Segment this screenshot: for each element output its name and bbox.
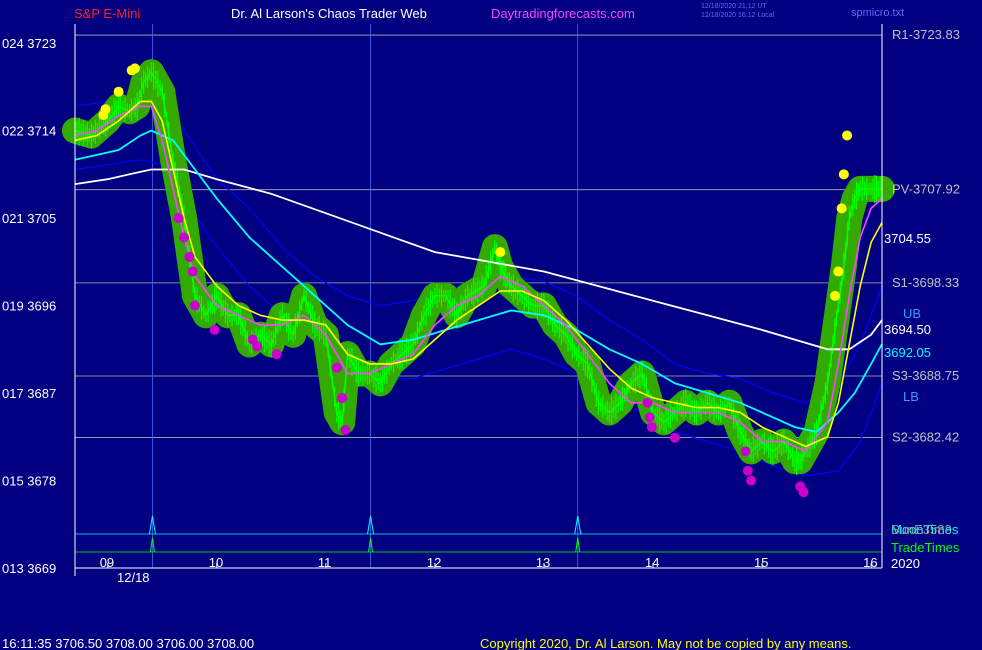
x-tick-label: 14 (645, 555, 659, 570)
time-utc: 12/18/2020 21:12 UT (701, 3, 767, 10)
swing-low-dot (189, 300, 200, 311)
swing-high-dot (98, 110, 109, 121)
x-tick-label: 15 (754, 555, 768, 570)
swing-low-dot (252, 341, 263, 352)
x-tick-label: 16 (863, 555, 877, 570)
site-url[interactable]: Daytradingforecasts.com (491, 6, 635, 21)
y-tick-label: 019 3696 (2, 299, 56, 314)
swing-low-dot (642, 397, 653, 408)
swing-low-dot (742, 465, 753, 476)
swing-low-dot (179, 232, 190, 243)
swing-low-dot (271, 349, 282, 360)
chart-canvas: R1-3723.83 PV-3707.92 S1-3698.33 S3-3688.75… (0, 0, 982, 650)
file-name: spmicro.txt (851, 7, 904, 19)
price-label-ema-long: 3694.50 (884, 322, 931, 337)
swing-low-dot (184, 251, 195, 262)
swing-low-dot (209, 324, 220, 335)
copyright: Copyright 2020, Dr. Al Larson. May not b… (480, 636, 851, 650)
quote-line: 16:11:35 3706.50 3708.00 3706.00 3708.00 (2, 636, 254, 650)
lb-label: LB (903, 389, 919, 404)
swing-low-dot (669, 432, 680, 443)
y-tick-label: 017 3687 (2, 386, 56, 401)
x-tick-label: 12 (427, 555, 441, 570)
y-tick-label: 022 3714 (2, 124, 56, 139)
swing-high-dot (495, 247, 506, 258)
swing-low-dot (187, 266, 198, 277)
swing-low-dot (646, 422, 657, 433)
x-tick-label: 09 (100, 555, 114, 570)
swing-low-dot (340, 424, 351, 435)
y-tick-label: 013 3669 (2, 561, 56, 576)
swing-high-dot (830, 290, 841, 301)
price-label-ema-slow: 3692.05 (884, 345, 931, 360)
sun-label: SunE3583 (891, 522, 952, 537)
trade-times-label: TradeTimes (891, 540, 960, 555)
date-label: 12/18 (117, 570, 150, 585)
site-title: Dr. Al Larson's Chaos Trader Web (231, 6, 427, 21)
level-label-s1: S1-3698.33 (892, 275, 959, 290)
swing-low-dot (740, 446, 751, 457)
swing-high-dot (836, 203, 847, 214)
level-label-s3: S3-3688.75 (892, 368, 959, 383)
time-local: 12/18/2020 16:12 Local (701, 12, 775, 19)
swing-low-dot (331, 362, 342, 373)
x-tick-label: 13 (536, 555, 550, 570)
y-tick-label: 015 3678 (2, 474, 56, 489)
level-label-s2: S2-3682.42 (892, 430, 959, 445)
swing-low-dot (798, 487, 809, 498)
swing-high-dot (838, 169, 849, 180)
price-label-ema-fast: 3704.55 (884, 231, 931, 246)
x-tick-label: 10 (209, 555, 223, 570)
y-tick-label: 021 3705 (2, 211, 56, 226)
year-label: 2020 (891, 556, 920, 571)
swing-low-dot (337, 392, 348, 403)
swing-high-dot (833, 266, 844, 277)
swing-low-dot (173, 213, 184, 224)
swing-high-dot (129, 63, 140, 74)
level-label-r1: R1-3723.83 (892, 27, 960, 42)
swing-high-dot (842, 130, 853, 141)
symbol-title: S&P E-Mini (74, 6, 140, 21)
x-tick-label: 11 (318, 555, 332, 570)
level-label-pv: PV-3707.92 (892, 182, 960, 197)
swing-low-dot (644, 412, 655, 423)
swing-high-dot (113, 86, 124, 97)
y-tick-label: 024 3723 (2, 36, 56, 51)
ub-label: UB (903, 306, 921, 321)
swing-low-dot (746, 475, 757, 486)
